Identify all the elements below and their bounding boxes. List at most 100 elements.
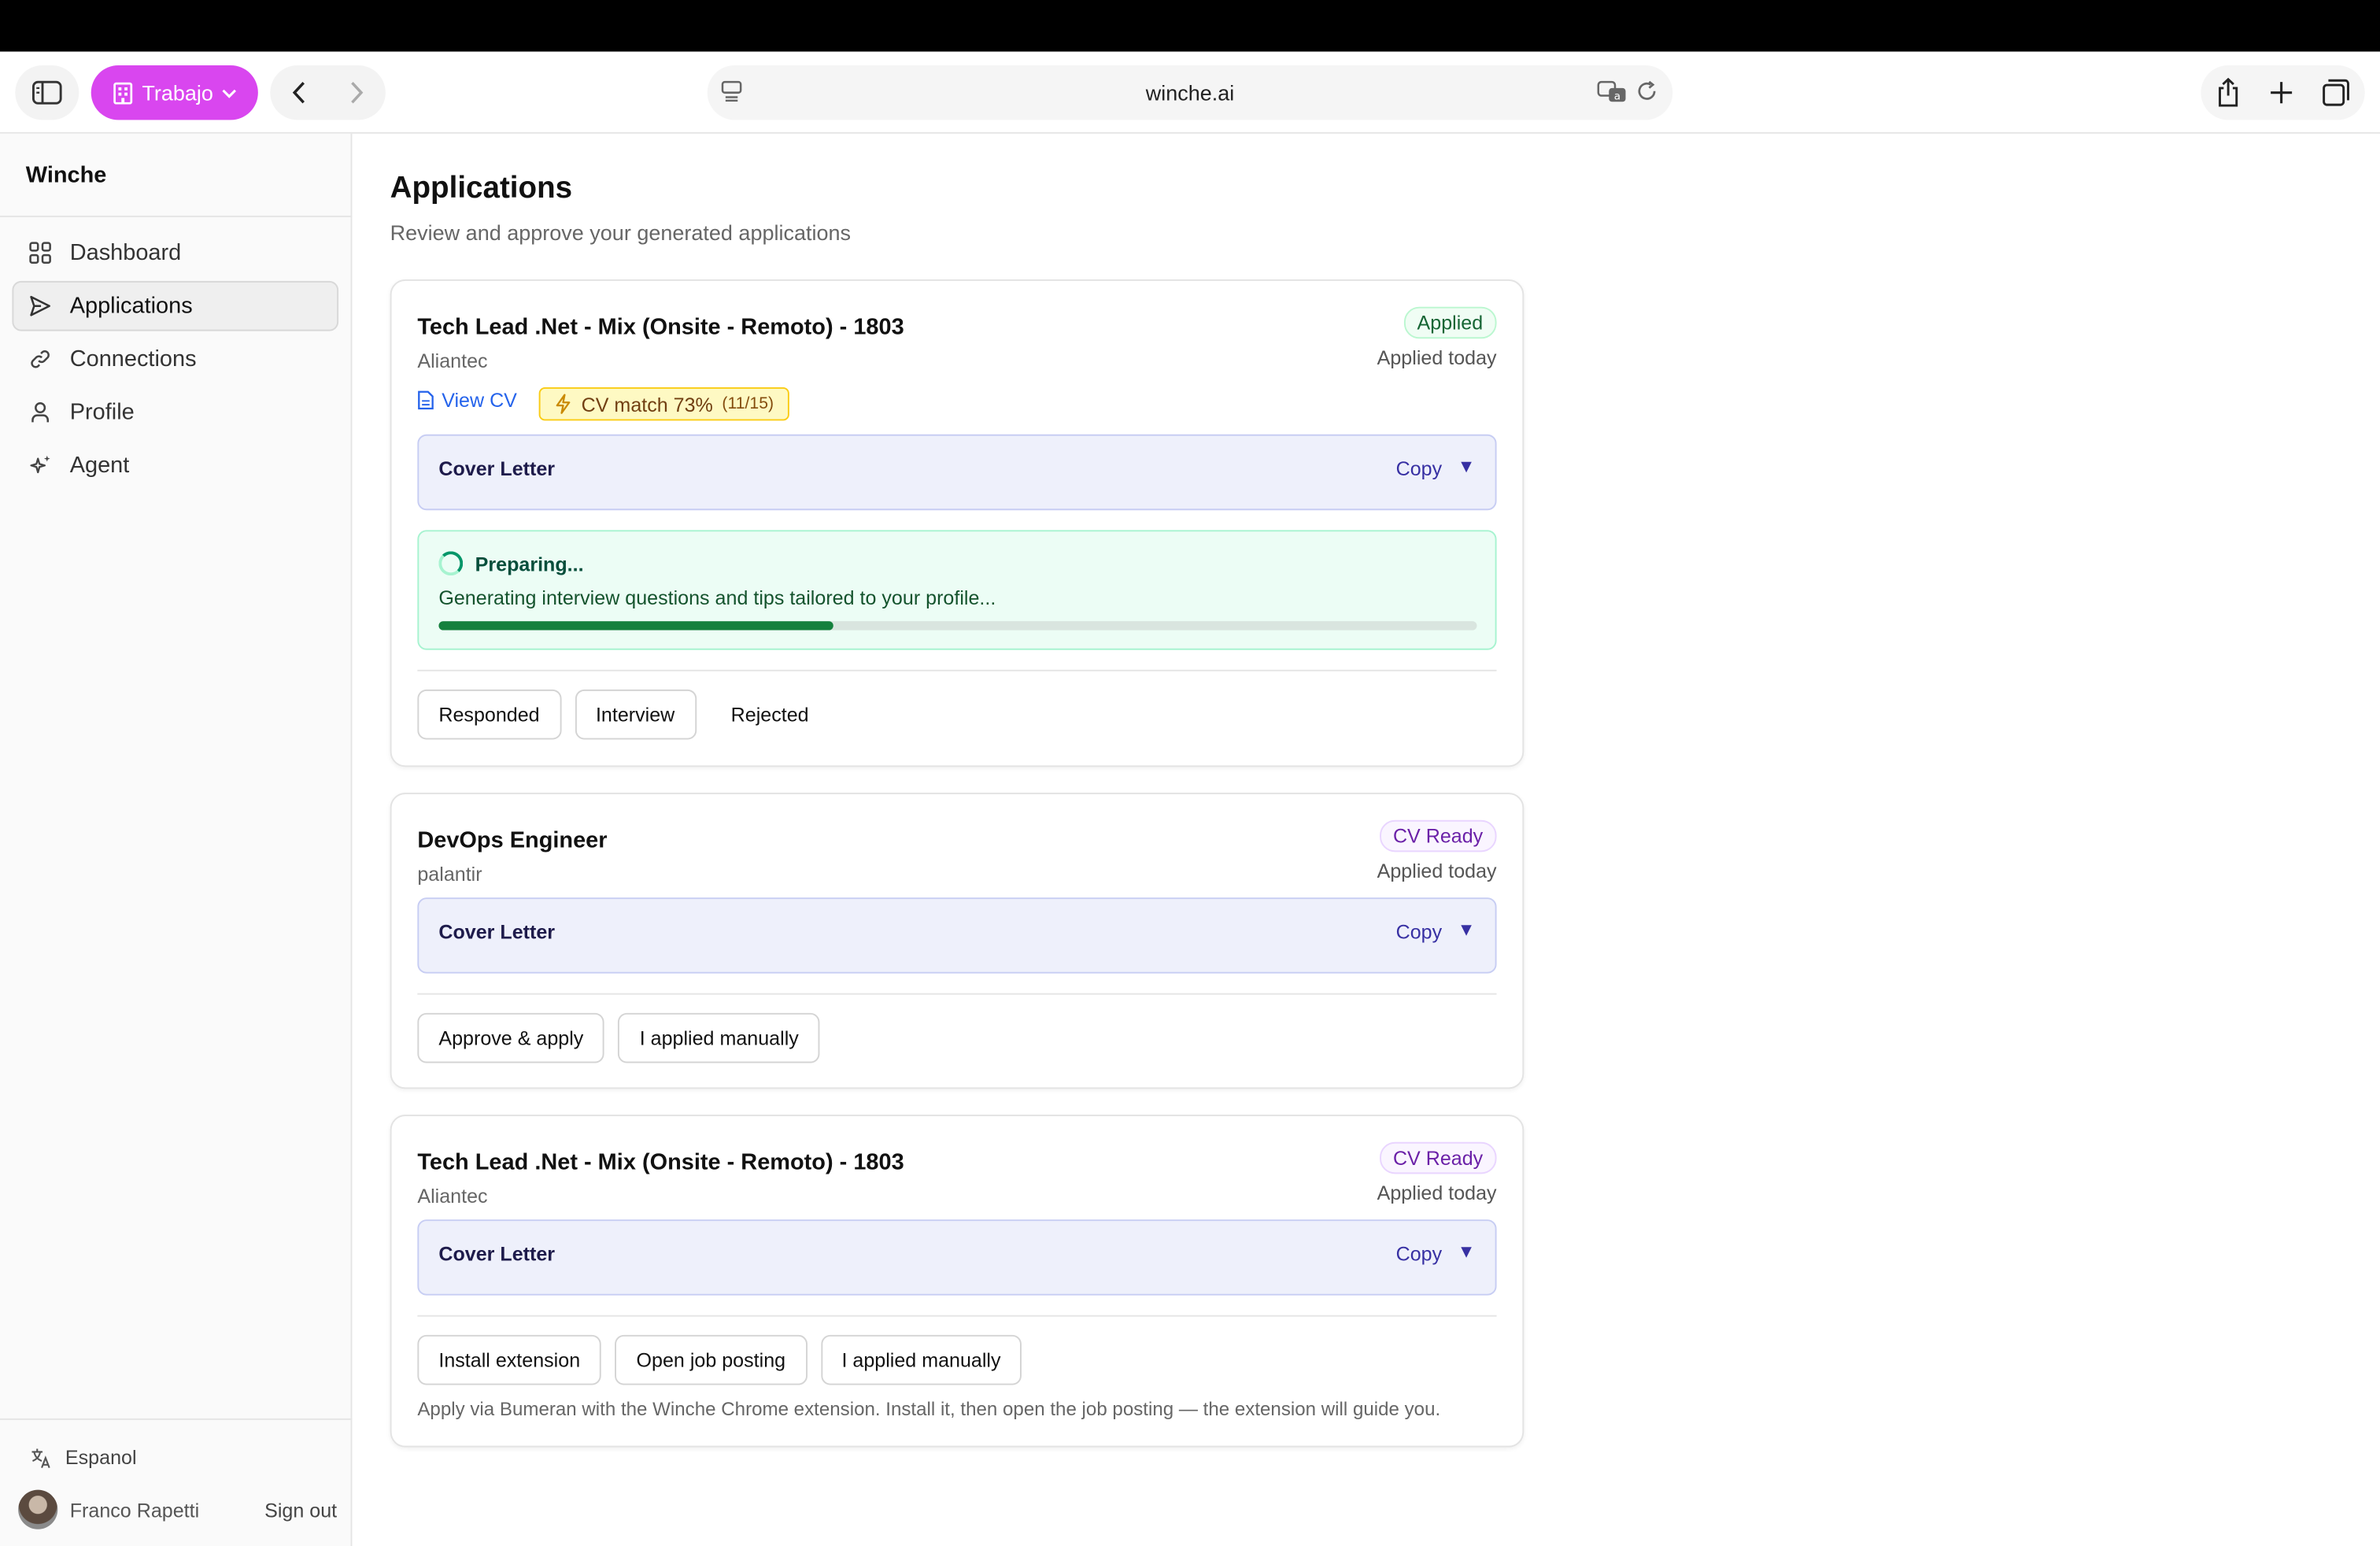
sidebar: Winche Dashboard Applications Connection… [0,133,353,1546]
copy-button[interactable]: Copy [1396,1242,1443,1265]
divider [417,993,1497,995]
interview-prep-panel: Preparing... Generating interview questi… [417,530,1497,650]
cover-letter-panel[interactable]: Cover Letter Copy ▼ [417,897,1497,974]
applied-manually-button[interactable]: I applied manually [820,1334,1022,1385]
system-menu-bar [0,0,2380,52]
chevron-right-icon [351,81,364,104]
user-row: Franco Rapetti Sign out [18,1489,337,1529]
building-icon [113,81,132,104]
sidebar-item-agent[interactable]: Agent [12,440,338,490]
sidebar-item-dashboard[interactable]: Dashboard [12,227,338,278]
responded-button[interactable]: Responded [417,689,561,740]
main-content: Applications Review and approve your gen… [352,134,2380,1546]
profile-label: Trabajo [142,80,213,105]
user-name: Franco Rapetti [69,1498,200,1522]
open-job-posting-button[interactable]: Open job posting [615,1334,808,1385]
applied-date: Applied today [1377,1181,1497,1204]
send-icon [30,295,50,316]
share-icon[interactable] [2216,77,2240,108]
progress-bar [438,621,1477,631]
extension-hint: Apply via Bumeran with the Winche Chrome… [417,1398,1441,1420]
sparkles-icon [30,455,50,474]
sidebar-item-label: Connections [69,346,197,372]
application-card: Tech Lead .Net - Mix (Onsite - Remoto) -… [390,279,1524,767]
company-name: Aliantec [417,349,488,372]
interview-button[interactable]: Interview [574,689,697,740]
lightning-icon [556,394,571,414]
sidebar-item-profile[interactable]: Profile [12,387,338,438]
job-title: DevOps Engineer [417,827,608,854]
copy-button[interactable]: Copy [1396,920,1443,943]
divider [0,1418,353,1420]
divider [417,1315,1497,1317]
svg-text:a: a [1614,90,1621,102]
address-bar[interactable]: winche.ai a [707,65,1673,120]
cover-letter-label: Cover Letter [438,920,556,944]
company-name: palantir [417,862,482,886]
card-actions: Install extension Open job posting I app… [417,1334,1022,1385]
application-card: Tech Lead .Net - Mix (Onsite - Remoto) -… [390,1115,1524,1448]
forward-button[interactable] [334,80,379,105]
translate-icon[interactable]: a [1597,80,1628,103]
reload-icon[interactable] [1636,80,1658,102]
browser-actions [2201,65,2365,120]
cv-match-label: CV match 73% [581,392,713,416]
divider [417,669,1497,671]
status-actions: Responded Interview Rejected [417,689,830,740]
translate-icon [31,1448,50,1468]
expand-caret-icon[interactable]: ▼ [1458,456,1476,477]
grid-icon [29,242,51,264]
divider [0,215,353,217]
language-switcher[interactable]: Espanol [31,1446,137,1469]
language-label: Espanol [65,1445,137,1469]
cv-match-detail: (11/15) [722,394,774,413]
applied-date: Applied today [1377,859,1497,882]
prep-description: Generating interview questions and tips … [438,586,996,609]
install-extension-button[interactable]: Install extension [417,1334,602,1385]
back-button[interactable] [276,80,322,105]
company-name: Aliantec [417,1184,488,1208]
cover-letter-label: Cover Letter [438,457,556,480]
brand-name: Winche [25,162,107,189]
cover-letter-panel[interactable]: Cover Letter Copy ▼ [417,1219,1497,1296]
cv-match-badge: CV match 73% (11/15) [538,386,789,421]
sidebar-item-label: Applications [69,293,193,320]
sidebar-nav: Dashboard Applications Connections Profi… [12,227,339,494]
progress-fill [438,621,833,631]
copy-button[interactable]: Copy [1396,457,1443,480]
sidebar-icon [31,80,62,105]
url-text: winche.ai [1145,80,1235,105]
sign-out-link[interactable]: Sign out [264,1498,337,1521]
avatar [18,1489,58,1529]
application-card: DevOps Engineer palantir CV Ready Applie… [390,793,1524,1089]
cover-letter-label: Cover Letter [438,1242,556,1266]
link-icon [31,350,50,368]
view-cv-label: View CV [442,388,517,412]
sidebar-toggle-button[interactable] [15,65,79,120]
approve-apply-button[interactable]: Approve & apply [417,1012,605,1063]
prep-title: Preparing... [475,553,584,576]
expand-caret-icon[interactable]: ▼ [1458,1241,1476,1262]
sidebar-item-label: Profile [69,399,135,426]
card-actions: Approve & apply I applied manually [417,1012,820,1063]
new-tab-icon[interactable] [2269,80,2293,105]
tab-overview-icon[interactable] [2323,79,2350,106]
sidebar-item-label: Agent [69,452,130,479]
sidebar-item-applications[interactable]: Applications [12,280,339,331]
rejected-button[interactable]: Rejected [709,689,830,740]
view-cv-link[interactable]: View CV [417,389,517,412]
sidebar-item-label: Dashboard [69,239,182,266]
status-badge: CV Ready [1379,1141,1497,1174]
chevron-left-icon [292,81,305,104]
expand-caret-icon[interactable]: ▼ [1458,919,1476,940]
status-badge: CV Ready [1379,819,1497,853]
applied-date: Applied today [1377,346,1497,369]
cover-letter-panel[interactable]: Cover Letter Copy ▼ [417,434,1497,511]
status-badge: Applied [1403,306,1497,339]
document-icon [418,390,434,410]
sidebar-item-connections[interactable]: Connections [12,334,338,384]
profile-switcher[interactable]: Trabajo [91,65,258,120]
page-subtitle: Review and approve your generated applic… [390,220,852,245]
history-nav [270,65,386,120]
applied-manually-button[interactable]: I applied manually [618,1012,820,1063]
